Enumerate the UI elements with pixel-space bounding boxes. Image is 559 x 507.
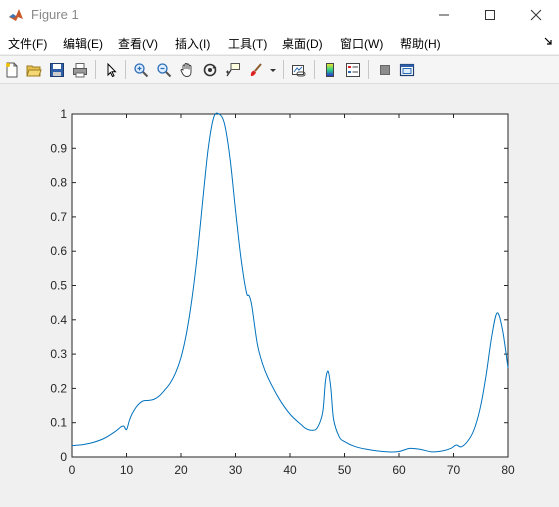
show-plot-tools-icon	[399, 63, 415, 77]
x-tick-label: 70	[447, 463, 461, 477]
print-icon	[73, 63, 87, 78]
pan-hand-icon	[180, 63, 192, 77]
select-arrow-button[interactable]	[101, 60, 121, 80]
menu-bar: 文件(F) 编辑(E) 查看(V) 插入(I) 工具(T) 桌面(D) 窗口(W…	[0, 30, 559, 54]
brush-icon	[250, 63, 262, 76]
zoom-in-icon	[134, 63, 149, 78]
data-cursor-button[interactable]	[223, 60, 243, 80]
open-file-icon	[26, 65, 42, 77]
close-icon	[530, 9, 542, 21]
save-icon	[50, 63, 64, 77]
x-tick-label: 0	[69, 463, 76, 477]
y-tick-label: 0.8	[50, 176, 67, 190]
y-tick-label: 1	[60, 107, 67, 121]
open-file-button[interactable]	[24, 60, 44, 80]
menu-tools[interactable]: 工具(T)	[228, 35, 267, 52]
hide-plot-tools-button[interactable]	[375, 60, 395, 80]
new-figure-button[interactable]	[2, 60, 22, 80]
menu-window[interactable]: 窗口(W)	[340, 35, 383, 52]
menu-insert[interactable]: 插入(I)	[175, 35, 210, 52]
toolbar-separator	[368, 60, 369, 79]
toolbar-separator	[95, 60, 96, 79]
pan-button[interactable]	[177, 60, 197, 80]
new-figure-icon	[6, 62, 18, 78]
link-plot-button[interactable]	[289, 60, 309, 80]
legend-icon	[346, 63, 360, 77]
toolbar-dock-arrow-icon[interactable]	[543, 36, 553, 46]
select-arrow-icon	[107, 62, 117, 78]
minimize-icon	[439, 14, 449, 16]
y-tick-label: 0.4	[50, 313, 67, 327]
brush-dropdown-button[interactable]	[268, 60, 278, 80]
print-button[interactable]	[70, 60, 90, 80]
y-tick-label: 0.3	[50, 347, 67, 361]
brush-button[interactable]	[246, 60, 266, 80]
menu-file[interactable]: 文件(F)	[8, 35, 47, 52]
colorbar-button[interactable]	[320, 60, 340, 80]
rotate-3d-icon	[203, 63, 217, 77]
y-tick-label: 0.9	[50, 141, 67, 155]
x-tick-label: 30	[229, 463, 243, 477]
menu-help[interactable]: 帮助(H)	[400, 35, 441, 52]
zoom-out-icon	[157, 63, 172, 78]
data-cursor-icon	[226, 63, 240, 77]
y-tick-label: 0.5	[50, 279, 67, 293]
save-button[interactable]	[47, 60, 67, 80]
menu-view[interactable]: 查看(V)	[118, 35, 158, 52]
brush-dropdown-icon	[270, 69, 276, 72]
show-plot-tools-button[interactable]	[397, 60, 417, 80]
toolbar-separator	[283, 60, 284, 79]
hide-plot-tools-icon	[380, 65, 390, 75]
y-tick-label: 0.6	[50, 244, 67, 258]
zoom-out-button[interactable]	[154, 60, 174, 80]
maximize-button[interactable]	[467, 0, 513, 30]
link-plot-icon	[292, 65, 306, 77]
x-tick-label: 80	[501, 463, 515, 477]
y-tick-label: 0.1	[50, 416, 67, 430]
menu-desktop[interactable]: 桌面(D)	[282, 35, 323, 52]
matlab-logo-icon	[8, 7, 24, 23]
figure-canvas: 0 0.1 0.2 0.3 0.4 0.5 0.6 0.7 0.8 0.9 1 0 10 20 30 40 5…	[0, 84, 559, 504]
line-plot[interactable]: 0 0.1 0.2 0.3 0.4 0.5 0.6 0.7 0.8 0.9 1 0 10 20 30 40 5…	[0, 84, 559, 504]
close-button[interactable]	[513, 0, 559, 30]
legend-button[interactable]	[343, 60, 363, 80]
minimize-button[interactable]	[421, 0, 467, 30]
window-title: Figure 1	[31, 7, 79, 22]
x-tick-label: 50	[338, 463, 352, 477]
title-bar: Figure 1	[0, 0, 559, 30]
rotate-3d-button[interactable]	[200, 60, 220, 80]
zoom-in-button[interactable]	[131, 60, 151, 80]
maximize-icon	[485, 10, 495, 20]
y-tick-label: 0.2	[50, 381, 67, 395]
y-tick-label: 0.7	[50, 210, 67, 224]
x-tick-label: 10	[120, 463, 134, 477]
figure-toolbar	[0, 55, 559, 84]
y-tick-label: 0	[60, 450, 67, 464]
colorbar-icon	[326, 63, 334, 77]
menu-edit[interactable]: 编辑(E)	[63, 35, 103, 52]
toolbar-separator	[125, 60, 126, 79]
x-tick-label: 20	[174, 463, 188, 477]
x-tick-label: 60	[392, 463, 406, 477]
toolbar-separator	[314, 60, 315, 79]
x-tick-label: 40	[283, 463, 297, 477]
